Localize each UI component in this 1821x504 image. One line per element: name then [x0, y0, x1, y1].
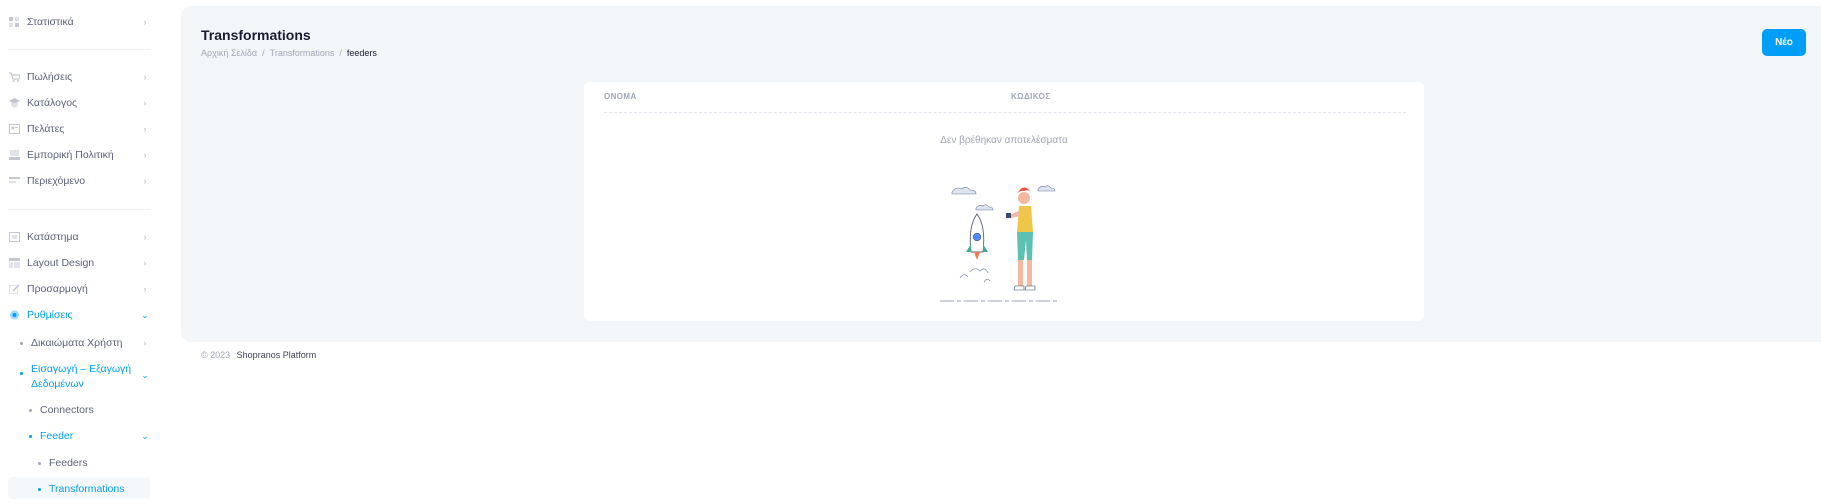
layout-icon [8, 258, 20, 268]
sidebar-item-label: Connectors [40, 404, 94, 416]
sidebar-item-label: Κατάστημα [27, 231, 79, 243]
chevron-down-icon: ⌄ [141, 430, 149, 441]
chevron-right-icon: › [143, 124, 147, 134]
footer-copyright: © 2023 [201, 350, 231, 360]
empty-state-illustration [940, 185, 1058, 302]
chevron-right-icon: › [143, 258, 147, 268]
breadcrumb-separator: / [339, 48, 342, 58]
customers-icon [8, 124, 20, 134]
sidebar-item-customize[interactable]: Προσαρμογή › [8, 278, 150, 300]
sidebar-item-settings[interactable]: Ρυθμίσεις ⌄ [8, 304, 150, 326]
bullet-icon [38, 461, 41, 465]
sidebar-item-user-rights[interactable]: Δικαιώματα Χρήστη › [20, 337, 150, 349]
chevron-right-icon: › [143, 338, 147, 348]
footer: © 2023 Shopranos Platform [201, 350, 316, 360]
sidebar-item-label: Εισαγωγή – Εξαγωγή Δεδομένων [31, 363, 132, 390]
new-button[interactable]: Νέο [1762, 29, 1806, 56]
page-title: Transformations [201, 27, 311, 43]
column-header-code[interactable]: ΚΩΔΙΚΟΣ [1011, 92, 1050, 101]
sidebar-item-transformations[interactable]: Transformations [38, 483, 150, 495]
sidebar-item-layout-design[interactable]: Layout Design › [8, 252, 150, 274]
chevron-right-icon: › [143, 176, 147, 186]
bullet-icon [20, 341, 23, 345]
sidebar-item-label: Πωλήσεις [27, 71, 73, 83]
chevron-down-icon: ⌄ [141, 309, 149, 320]
bullet-icon [29, 408, 32, 412]
settings-icon [8, 310, 20, 320]
sidebar-item-label: Στατιστικά [27, 16, 74, 28]
policy-icon [8, 150, 20, 160]
sidebar-item-commercial-policy[interactable]: Εμπορική Πολιτική › [8, 144, 150, 166]
footer-brand-link[interactable]: Shopranos Platform [237, 350, 317, 360]
sidebar-item-label: Δικαιώματα Χρήστη [31, 337, 123, 349]
bullet-icon [38, 487, 41, 491]
sidebar-item-feeder[interactable]: Feeder ⌄ [29, 430, 150, 442]
sidebar-item-label: Ρυθμίσεις [27, 309, 73, 321]
sidebar-item-label: Εμπορική Πολιτική [27, 149, 114, 161]
breadcrumb-separator: / [262, 48, 265, 58]
sidebar-item-statistics[interactable]: Στατιστικά › [8, 11, 150, 33]
sidebar-item-label: Transformations [49, 483, 125, 495]
store-icon [8, 232, 20, 242]
chart-icon [8, 17, 20, 27]
breadcrumb: Αρχική Σελίδα / Transformations / feeder… [201, 48, 377, 58]
bullet-icon [29, 434, 32, 438]
content-icon [8, 176, 20, 186]
sidebar-item-label: Κατάλογος [27, 97, 78, 109]
chevron-right-icon: › [143, 17, 147, 27]
chevron-right-icon: › [143, 150, 147, 160]
sidebar-item-customers[interactable]: Πελάτες › [8, 118, 150, 140]
sidebar-item-content[interactable]: Περιεχόμενο › [8, 170, 150, 192]
catalog-icon [8, 98, 20, 108]
sidebar-item-label: Πελάτες [27, 123, 65, 135]
sidebar-item-label: Feeders [49, 457, 88, 469]
chevron-down-icon: ⌄ [141, 370, 149, 380]
chevron-right-icon: › [143, 72, 147, 82]
cart-icon [8, 72, 20, 82]
sidebar: Στατιστικά › Πωλήσεις › Κατάλογος › Πελά… [0, 0, 160, 504]
divider [8, 209, 150, 210]
sidebar-item-import-export[interactable]: Εισαγωγή – Εξαγωγή Δεδομένων ⌄ [20, 362, 150, 392]
chevron-right-icon: › [143, 98, 147, 108]
sidebar-item-label: Περιεχόμενο [27, 175, 86, 187]
divider [8, 49, 150, 50]
sidebar-item-catalog[interactable]: Κατάλογος › [8, 92, 150, 114]
chevron-right-icon: › [143, 232, 147, 242]
sidebar-item-feeders[interactable]: Feeders [38, 457, 150, 469]
breadcrumb-transformations[interactable]: Transformations [270, 48, 335, 58]
chevron-right-icon: › [143, 284, 147, 294]
sidebar-item-sales[interactable]: Πωλήσεις › [8, 66, 150, 88]
bullet-icon [20, 372, 23, 375]
empty-state-text: Δεν βρέθηκαν αποτελέσματα [940, 135, 1068, 146]
sidebar-item-connectors[interactable]: Connectors [29, 404, 150, 416]
sidebar-item-label: Προσαρμογή [27, 283, 88, 295]
breadcrumb-current: feeders [346, 48, 377, 58]
sidebar-item-store[interactable]: Κατάστημα › [8, 226, 150, 248]
sidebar-item-label: Feeder [40, 430, 74, 442]
column-header-name[interactable]: ΟΝΟΜΑ [604, 92, 637, 101]
edit-icon [8, 284, 20, 294]
breadcrumb-home[interactable]: Αρχική Σελίδα [201, 48, 257, 58]
sidebar-item-label: Layout Design [27, 257, 95, 269]
table-header-divider [604, 112, 1406, 113]
